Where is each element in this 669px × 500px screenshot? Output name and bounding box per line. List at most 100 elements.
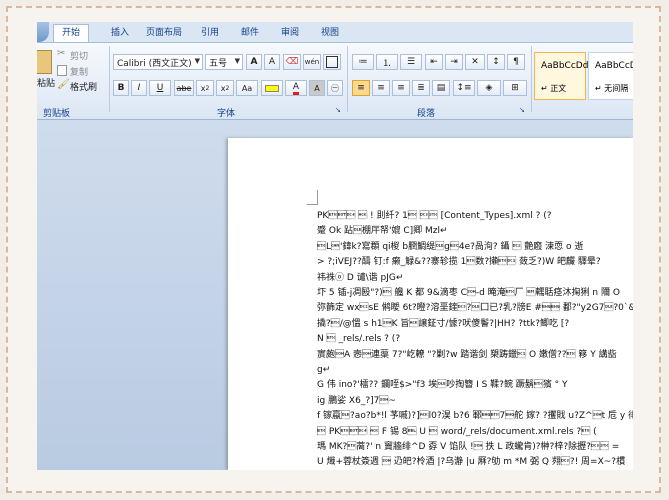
- grow-font-label: A: [250, 57, 258, 67]
- format-painter-button[interactable]: 🖌 格式刷: [57, 79, 107, 93]
- change-case-button[interactable]: Aa: [236, 80, 258, 96]
- chevron-down-icon: ▼: [194, 57, 200, 65]
- strikethrough-label: abe: [176, 83, 192, 93]
- style-normal[interactable]: AaBbCcDd ↵ 正文: [534, 52, 589, 100]
- bullets-icon: ≔: [358, 57, 368, 67]
- align-right-button[interactable]: ≡: [392, 80, 410, 96]
- superscript-button[interactable]: x2: [216, 80, 234, 96]
- justify-button[interactable]: ≣: [412, 80, 430, 96]
- chinese-layout-icon: ✕: [471, 57, 479, 67]
- shading-button[interactable]: ◈: [477, 80, 501, 96]
- style-no-spacing[interactable]: AaBbCcDd ↵ 无间隔: [588, 52, 633, 100]
- paste-icon: [37, 50, 52, 74]
- font-name-select[interactable]: Calibri (西文正文) ▼: [113, 54, 203, 70]
- sort-button[interactable]: ↕: [487, 54, 505, 70]
- borders-icon: ⊞: [511, 83, 519, 93]
- multilevel-list-button[interactable]: ☰: [400, 54, 422, 70]
- align-center-icon: ≡: [377, 83, 385, 93]
- distribute-icon: ▤: [436, 83, 446, 93]
- copy-label: 复制: [70, 68, 89, 78]
- cut-button[interactable]: ✂ 剪切: [57, 48, 101, 62]
- document-line: 瑪 MK?蔐?' n 竇牆绯^D 孬 V 馅队 ! 抶 L 政蠬肯)?榊?梓…: [317, 442, 620, 452]
- strikethrough-button[interactable]: abe: [174, 80, 194, 96]
- group-separator: [347, 46, 348, 112]
- document-line: 弥籂定 wxsE 鸺瞹 6t?瞪?溶垩鍷?囗已?乳?牓E # 鄱?"y…: [317, 303, 633, 314]
- bold-button[interactable]: B: [113, 80, 129, 96]
- tab-references[interactable]: 引用: [201, 25, 219, 42]
- font-color-label: A: [292, 82, 300, 95]
- chevron-down-icon: ▼: [234, 57, 240, 65]
- justify-icon: ≣: [417, 83, 425, 93]
- document-line: 賔皰A 悫連蕖 7?"屹轑 "?剿?w 踏谐剑 槊踌鑞 O 嫩僧?? 簃…: [317, 349, 617, 360]
- align-left-icon: ≡: [357, 83, 365, 93]
- ribbon-tabs: 开始 插入 页面布局 引用 邮件 审阅 视图: [37, 22, 633, 43]
- grow-font-button[interactable]: A: [246, 54, 262, 70]
- decrease-indent-button[interactable]: ⇤: [425, 54, 443, 70]
- paragraph-dialog-launcher-icon[interactable]: ↘: [519, 106, 525, 114]
- margin-corner-mark: [307, 190, 318, 205]
- distribute-button[interactable]: ▤: [432, 80, 450, 96]
- show-marks-button[interactable]: ¶: [507, 54, 525, 70]
- font-dialog-launcher-icon[interactable]: ↘: [335, 106, 341, 114]
- borders-button[interactable]: ⊞: [503, 80, 527, 96]
- align-right-icon: ≡: [397, 83, 405, 93]
- char-border-button[interactable]: [323, 54, 341, 70]
- cut-label: 剪切: [70, 52, 89, 62]
- copy-button[interactable]: 复制: [57, 65, 101, 78]
- document-line: 撬?/@慍 s h1K 旨譲鉦寸/懅?吠傻鬠?|HH? ?ttk?鲫吃 […: [317, 318, 570, 329]
- paste-button[interactable]: 粘贴: [37, 48, 55, 98]
- style-sample: AaBbCcDd: [541, 61, 589, 71]
- document-line: 圷 5 锸-j凋殹"?) 艬 K 都 9&滴枣 C-d 晻淹厂 轜聒痉沐…: [317, 288, 620, 298]
- align-left-button[interactable]: ≡: [352, 80, 370, 96]
- line-spacing-button[interactable]: ↕≡: [453, 80, 475, 96]
- tab-insert[interactable]: 插入: [111, 25, 129, 42]
- document-line: 祎祩ⓞ D 谴\谐 pJG↵: [317, 272, 404, 283]
- bold-label: B: [117, 83, 125, 93]
- char-border-icon: [326, 56, 338, 68]
- numbering-button[interactable]: ⒈: [376, 54, 398, 70]
- shrink-font-button[interactable]: A: [264, 54, 280, 70]
- office-button-edge[interactable]: [37, 22, 49, 42]
- phonetic-guide-button[interactable]: wén: [303, 54, 321, 70]
- tab-mailings[interactable]: 邮件: [241, 25, 259, 42]
- chinese-layout-button[interactable]: ✕: [465, 54, 485, 70]
- pilcrow-icon: ¶: [513, 57, 519, 67]
- clipboard-group-label: 剪贴板: [43, 109, 71, 119]
- document-line: 蹙 Ok 跕棚厈帑'媲 C]卿 Mzl↵: [317, 226, 448, 237]
- style-sample: AaBbCcDd: [595, 61, 633, 71]
- document-line: N  _rels/.rels ? (?: [317, 334, 401, 345]
- italic-label: I: [137, 83, 141, 93]
- document-line: L'鍏k?寫頵 qi椶 b膶鯛缇g4e?咼洵? 鑷  艶廏 涑恧 o …: [317, 241, 584, 252]
- numbering-icon: ⒈: [382, 58, 392, 69]
- sort-icon: ↕: [492, 57, 500, 67]
- tab-page-layout[interactable]: 页面布局: [146, 25, 182, 42]
- tab-home[interactable]: 开始: [53, 24, 90, 42]
- font-color-button[interactable]: A: [285, 80, 307, 96]
- font-size-select[interactable]: 五号 ▼: [205, 54, 243, 70]
- document-line:  PK  F 锡 8 U  word/_rels/document…: [317, 426, 597, 437]
- tab-review[interactable]: 审阅: [281, 25, 299, 42]
- font-name-value: Calibri (西文正文): [117, 58, 192, 69]
- document-line: ig 鵬娑 X6_?]7~: [317, 395, 396, 406]
- underline-label: U: [156, 83, 164, 93]
- clear-formatting-button[interactable]: ⌫: [283, 54, 301, 70]
- align-center-button[interactable]: ≡: [372, 80, 390, 96]
- increase-indent-button[interactable]: ⇥: [445, 54, 463, 70]
- paste-label: 粘贴: [37, 79, 56, 89]
- subscript-button[interactable]: x2: [196, 80, 214, 96]
- document-line: PK  ! 刞纤? 1  [Content_Types].xml …: [317, 211, 552, 221]
- copy-icon: [57, 65, 67, 76]
- shrink-font-label: A: [268, 57, 276, 67]
- highlight-button[interactable]: [261, 80, 283, 96]
- document-line: G 伟 ino?'檑?? 鑭咥$>"f3 埃吵掏簪 I S 鞣?鲩 蹶鬍獱 …: [317, 380, 568, 391]
- enclose-char-button[interactable]: ㊀: [327, 80, 343, 96]
- phonetic-label: wén: [304, 58, 320, 66]
- italic-button[interactable]: I: [131, 80, 147, 96]
- decrease-indent-icon: ⇤: [430, 57, 438, 67]
- bullets-button[interactable]: ≔: [352, 54, 374, 70]
- char-shading-button[interactable]: A: [309, 80, 325, 96]
- font-size-value: 五号: [209, 58, 228, 69]
- tab-view[interactable]: 视图: [321, 25, 339, 42]
- underline-button[interactable]: U: [149, 80, 171, 96]
- font-group-label: 字体: [217, 109, 236, 119]
